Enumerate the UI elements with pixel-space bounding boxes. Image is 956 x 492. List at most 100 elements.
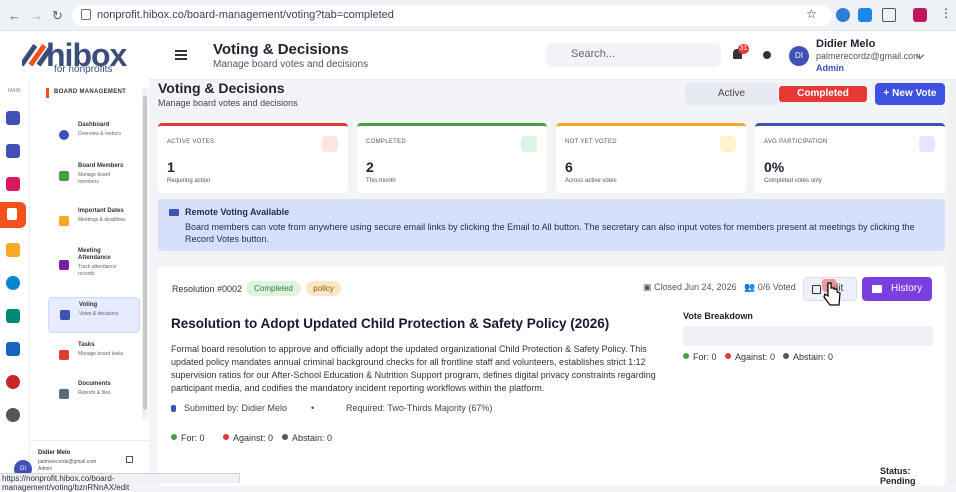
clock-icon <box>720 136 736 152</box>
stat-card-active: ACTIVE VOTES 1 Requiring action <box>158 123 348 193</box>
sidebar-item-dashboard[interactable]: Dashboard Overview & metrics <box>48 118 140 154</box>
sidebar-item-desc: Track attendance <box>78 264 117 270</box>
address-bar[interactable]: nonprofit.hibox.co/board-management/voti… <box>72 5 832 26</box>
icon-rail: MAIN <box>0 80 30 483</box>
sidebar-scroll-thumb[interactable] <box>143 96 147 410</box>
sidebar-item-tasks[interactable]: Tasks Manage board tasks <box>48 338 140 374</box>
sidebar-item-desc: records <box>78 271 95 277</box>
user-email: palmerecordz@gmail.com <box>816 51 921 61</box>
sidebar-item-desc: Reports & files <box>78 390 111 396</box>
separator: • <box>311 403 315 413</box>
sidebar-item-board-members[interactable]: Board Members Manage board members <box>48 159 140 195</box>
stat-label: COMPLETED <box>366 139 407 145</box>
star-icon[interactable]: ☆ <box>806 7 820 21</box>
stat-label: AVG PARTICIPATION <box>764 139 828 145</box>
closed-date: ▣ Closed Jun 24, 2026 <box>643 282 737 292</box>
user-role: Admin <box>816 63 844 73</box>
history-button[interactable]: History <box>862 277 932 301</box>
stat-label: NOT YET VOTED <box>565 139 617 145</box>
legend-against-text: Against: 0 <box>735 352 776 362</box>
logo[interactable]: hibox for nonprofits <box>0 31 149 80</box>
sidebar-item-desc: Manage board <box>78 172 111 178</box>
legend-abstain-text: Abstain: 0 <box>793 352 834 362</box>
back-icon[interactable]: ← <box>8 8 21 23</box>
top-header: Voting & Decisions Manage board votes an… <box>149 31 956 80</box>
forward-icon[interactable]: → <box>30 8 43 23</box>
home-icon[interactable] <box>6 111 20 125</box>
sidebar-item-label: Board Members <box>78 163 124 169</box>
chart-icon[interactable] <box>6 375 20 389</box>
profile-icon[interactable] <box>913 8 927 22</box>
theme-toggle-icon[interactable] <box>763 51 771 59</box>
ballot-icon <box>322 136 338 152</box>
tally-for-text: For: 0 <box>181 433 205 443</box>
remote-voting-banner: Remote Voting Available Board members ca… <box>158 199 945 251</box>
money-icon[interactable] <box>6 243 20 257</box>
sidebar-item-label: Voting <box>79 302 98 308</box>
sidebar-item-important-dates[interactable]: Important Dates Meetings & deadlines <box>48 204 140 240</box>
avatar[interactable]: DI <box>789 46 809 66</box>
sidebar-item-desc: Meetings & deadlines <box>78 217 126 223</box>
sidebar: BOARD MANAGEMENT Dashboard Overview & me… <box>14 80 149 483</box>
tab-active[interactable]: Active <box>685 83 778 105</box>
page-subtitle: Manage board votes and decisions <box>158 98 298 108</box>
org-icon[interactable] <box>6 144 20 158</box>
board-icon <box>7 208 17 220</box>
header-subtitle: Manage board votes and decisions <box>213 59 369 70</box>
page-title: Voting & Decisions <box>158 80 285 96</box>
header-title: Voting & Decisions <box>213 41 349 58</box>
sidebar-accent <box>46 88 49 98</box>
banner-title: Remote Voting Available <box>185 207 290 217</box>
legend-against: Against: 0 <box>725 352 775 362</box>
sidebar-item-label: Dashboard <box>78 122 110 128</box>
sidebar-user-name: Didier Melo <box>38 450 71 456</box>
puzzle-icon[interactable] <box>882 8 896 22</box>
menu-toggle-icon[interactable] <box>175 50 187 60</box>
required-majority: Required: Two-Thirds Majority (67%) <box>346 403 493 413</box>
sidebar-item-label: Tasks <box>78 342 95 348</box>
reload-icon[interactable]: ↻ <box>52 8 63 24</box>
network-icon[interactable] <box>6 309 20 323</box>
extension-icon[interactable] <box>836 8 850 22</box>
resolution-number: Resolution #0002 <box>172 284 243 294</box>
closed-date-text: Closed Jun 24, 2026 <box>654 282 737 292</box>
sidebar-item-desc: Manage board tasks <box>78 351 124 357</box>
search-input[interactable]: Search... <box>546 43 721 67</box>
address-url: nonprofit.hibox.co/board-management/voti… <box>97 9 394 21</box>
sidebar-heading: BOARD MANAGEMENT <box>54 89 127 95</box>
browser-status-url: https://nonprofit.hibox.co/board-managem… <box>0 473 240 492</box>
vote-status: Status: Pending <box>880 466 916 486</box>
stat-note: Requiring action <box>167 178 211 184</box>
resolution-title: Resolution to Adopt Updated Child Protec… <box>171 316 610 331</box>
percent-icon <box>919 136 935 152</box>
tab-completed[interactable]: Completed <box>779 86 867 102</box>
stat-value: 2 <box>366 159 374 175</box>
notification-badge: 31 <box>738 44 749 54</box>
check-circle-icon <box>521 136 537 152</box>
sidebar-item-meeting-attendance[interactable]: Meeting Attendance Track attendance reco… <box>48 244 140 290</box>
sidebar-item-label: Important Dates <box>78 208 124 214</box>
main-scrollbar[interactable] <box>949 80 956 483</box>
sidebar-item-desc: Overview & metrics <box>78 131 122 137</box>
new-vote-button[interactable]: + New Vote <box>875 83 945 105</box>
sidebar-item-documents[interactable]: Documents Reports & files <box>48 377 140 413</box>
stat-value: 6 <box>565 159 573 175</box>
stat-value: 1 <box>167 159 175 175</box>
sidebar-item-voting[interactable]: Voting Votes & decisions <box>48 297 140 333</box>
extension-icon[interactable] <box>858 8 872 22</box>
menu-dots-icon[interactable]: ⋮ <box>940 6 954 20</box>
hand-cursor-icon <box>822 279 841 306</box>
legend-for-text: For: 0 <box>693 352 717 362</box>
globe-icon[interactable] <box>6 276 20 290</box>
people-icon[interactable] <box>6 342 20 356</box>
voting-icon <box>60 310 70 320</box>
site-info-icon[interactable] <box>81 9 91 20</box>
edit-icon <box>812 285 821 294</box>
gear-icon[interactable] <box>6 408 20 422</box>
megaphone-icon[interactable] <box>6 177 20 191</box>
vote-breakdown-title: Vote Breakdown <box>683 311 753 321</box>
external-link-icon[interactable] <box>126 456 133 463</box>
voted-count: 👥 0/6 Voted <box>744 282 796 292</box>
sidebar-user-email: palmerecordz@gmail.com <box>38 459 97 465</box>
stat-note: Completed votes only <box>764 178 822 184</box>
